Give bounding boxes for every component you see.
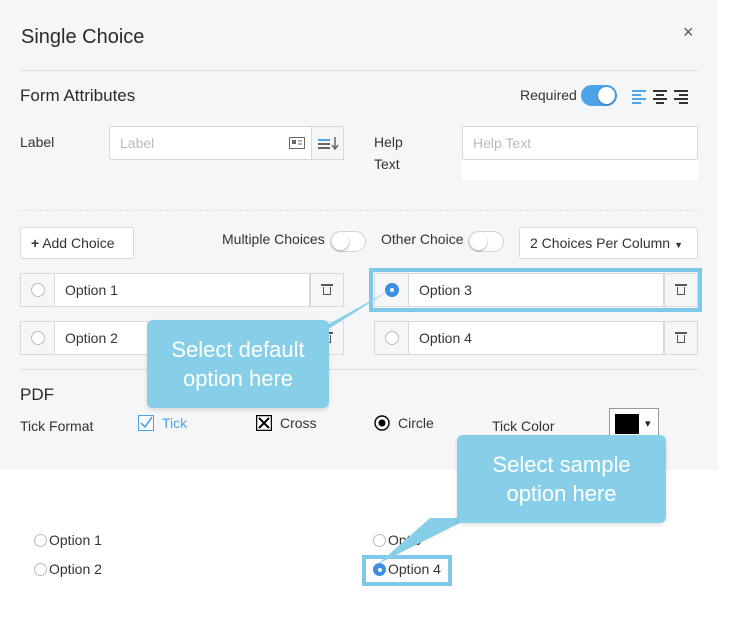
other-choice-toggle[interactable] [468,231,504,252]
preview-option-2-label: Option 2 [49,561,102,577]
help-text-area-extension [462,160,698,180]
title-divider [20,70,698,71]
pdf-divider [20,369,698,370]
add-choice-label: Add Choice [42,235,115,251]
callout-default-line1: Select default [171,337,305,362]
callout-sample-line1: Select sample [492,452,631,477]
required-toggle[interactable] [581,85,617,106]
help-text-label-line1: Help [374,134,403,150]
tick-format-tick[interactable]: Tick [138,415,187,431]
default-choice-highlight [369,268,702,312]
label-input[interactable]: Label [109,126,311,160]
choice-2-radio[interactable] [20,321,54,355]
label-field-label: Label [20,134,55,150]
form-attributes-title: Form Attributes [20,86,136,105]
preview-option-1[interactable]: Option 1 [34,532,102,548]
multiple-choices-label: Multiple Choices [222,231,325,247]
text-align-group [632,89,688,104]
callout-default-line2: option here [182,366,294,391]
tick-format-cross[interactable]: Cross [256,415,317,431]
tick-format-label: Tick Format [20,418,94,434]
align-center-icon[interactable] [653,89,667,104]
single-choice-modal: Single Choice × Form Attributes Required… [0,0,718,470]
caret-down-icon: ▼ [674,240,683,250]
callout-sample-line2: option here [506,481,617,506]
choices-per-column-dropdown[interactable]: 2 Choices Per Column ▼ [519,227,698,259]
help-text-label-line2: Text [374,156,400,172]
choice-4-input[interactable]: Option 4 [408,321,664,355]
tick-format-circle[interactable]: Circle [374,415,434,431]
checkbox-cross-icon [256,415,272,431]
radio-circle-icon [374,415,390,431]
id-card-icon[interactable] [282,126,312,160]
preview-option-2[interactable]: Option 2 [34,561,102,577]
checkbox-tick-icon [138,415,154,431]
choice-1-radio[interactable] [20,273,54,307]
help-text-input[interactable]: Help Text [462,126,698,160]
close-button[interactable]: × [683,22,694,43]
add-choice-button[interactable]: + Add Choice [20,227,134,259]
modal-title: Single Choice [21,26,145,48]
multiple-choices-toggle[interactable] [330,231,366,252]
sort-lines-icon[interactable] [311,126,344,160]
align-left-icon[interactable] [632,89,646,104]
pdf-title: PDF [20,385,54,404]
tick-label: Tick [162,415,188,431]
choices-per-column-label: 2 Choices Per Column [530,235,671,251]
callout-select-sample: Select sample option here [457,435,666,523]
align-right-icon[interactable] [674,89,688,104]
preview-option-1-label: Option 1 [49,532,102,548]
trash-icon[interactable] [664,321,698,355]
callout-select-default: Select default option here [147,320,329,408]
cross-label: Cross [280,415,317,431]
tick-color-label: Tick Color [492,418,555,434]
circle-label: Circle [398,415,434,431]
caret-down-icon: ▾ [645,418,651,430]
color-swatch [615,414,639,434]
section-divider [20,210,698,211]
choice-1-input[interactable]: Option 1 [54,273,310,307]
plus-icon: + [31,235,40,251]
other-choice-label: Other Choice [381,231,464,247]
required-label: Required [520,87,577,103]
